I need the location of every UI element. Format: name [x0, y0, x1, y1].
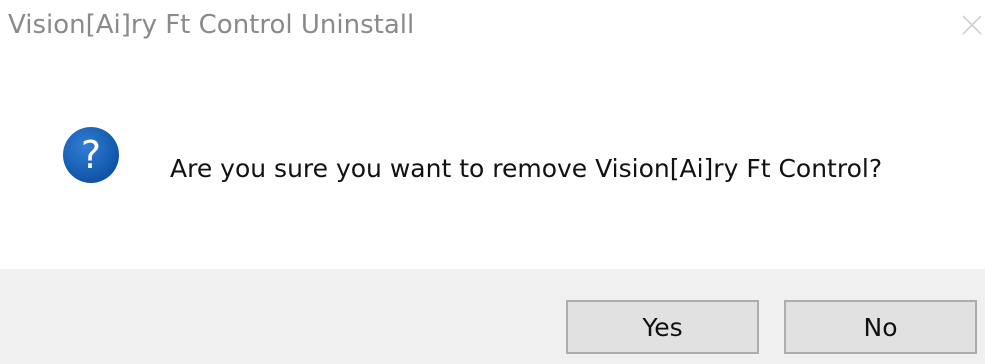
no-button[interactable]: No: [784, 300, 977, 354]
window-title: Vision[Ai]ry Ft Control Uninstall: [8, 10, 415, 40]
dialog-content: ? Are you sure you want to remove Vision…: [0, 62, 985, 269]
question-icon: ?: [63, 127, 119, 183]
close-button[interactable]: [957, 0, 985, 60]
title-bar: Vision[Ai]ry Ft Control Uninstall: [0, 0, 985, 62]
yes-button[interactable]: Yes: [566, 300, 759, 354]
button-bar: Yes No: [0, 269, 985, 364]
confirmation-message: Are you sure you want to remove Vision[A…: [170, 154, 883, 183]
close-icon: [962, 15, 982, 35]
uninstall-dialog: Vision[Ai]ry Ft Control Uninstall ? Are …: [0, 0, 985, 364]
question-glyph: ?: [81, 133, 101, 177]
